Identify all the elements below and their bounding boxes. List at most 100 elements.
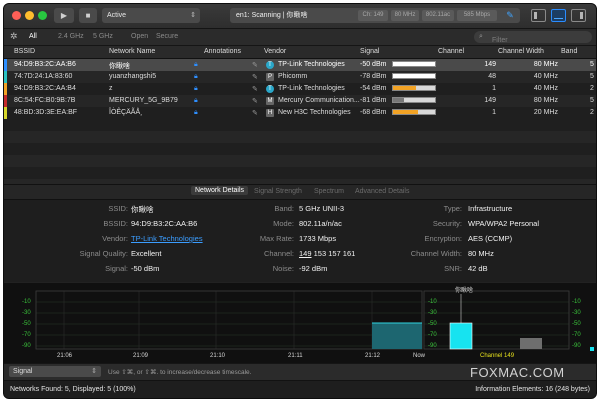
- signal-quality-value: Excellent: [131, 249, 162, 258]
- vendor-cell: Mercury Communication...: [278, 97, 360, 104]
- vendor-cell: New H3C Technologies: [278, 109, 351, 116]
- column-header-channel-width[interactable]: Channel Width: [498, 48, 544, 55]
- tab-network-details[interactable]: Network Details: [191, 186, 249, 195]
- y-tick-left-3: -50: [22, 321, 31, 327]
- table-row[interactable]: 94:D9:B3:2C:AA:B4 z 🔒︎ ✎ T TP-Link Technologi…: [4, 83, 596, 95]
- view-list-button[interactable]: [531, 9, 546, 22]
- primary-channel-link[interactable]: 149: [299, 249, 312, 258]
- network-name-cell: 你瞅啥: [109, 63, 130, 70]
- lock-icon: 🔒︎: [194, 73, 198, 80]
- pencil-icon[interactable]: ✎: [252, 85, 258, 93]
- pencil-icon[interactable]: ✎: [252, 97, 258, 105]
- status-pill-channel: Ch: 149: [358, 10, 388, 21]
- bssid-cell: 74:7D:24:1A:83:60: [14, 73, 73, 80]
- signal-label: Signal:: [105, 264, 128, 273]
- x-tick-1: 21:06: [57, 353, 73, 359]
- column-header-annotations[interactable]: Annotations: [204, 48, 241, 55]
- stop-button[interactable]: ■: [79, 8, 97, 23]
- row-color-marker: [4, 107, 7, 119]
- column-header-band[interactable]: Band: [561, 48, 577, 55]
- bssid-cell: 94:D9:B3:2C:AA:B4: [14, 85, 76, 92]
- type-value: Infrastructure: [468, 204, 513, 213]
- zoom-window-button[interactable]: [38, 11, 47, 20]
- close-window-button[interactable]: [12, 11, 21, 20]
- play-icon: ▶: [60, 11, 68, 20]
- filter-bar: ✲ All 2.4 GHz 5 GHz Open Secure ⌕ Filter: [4, 29, 596, 46]
- band-cell: 2: [590, 85, 594, 92]
- y-tick-left-2: -30: [22, 310, 31, 316]
- table-row[interactable]: 8C:54:FC:B0:9B:7B MERCURY_5G_9B79 🔒︎ ✎ M Merc…: [4, 95, 596, 107]
- bssid-cell: 48:BD:3D:3E:EA:BF: [14, 109, 78, 116]
- band-value: 5 GHz UNII-3: [299, 204, 345, 213]
- signal-cell: -78 dBm: [360, 73, 387, 80]
- tab-signal-strength[interactable]: Signal Strength: [254, 188, 302, 195]
- column-header-network-name[interactable]: Network Name: [109, 48, 155, 55]
- column-header-bssid[interactable]: BSSID: [14, 48, 35, 55]
- column-header-signal[interactable]: Signal: [360, 48, 379, 55]
- chevron-updown-icon: ⇕: [190, 12, 196, 19]
- filter-input[interactable]: ⌕ Filter: [474, 31, 592, 44]
- network-name-cell: MERCURY_5G_9B79: [109, 97, 178, 104]
- x-tick-2: 21:09: [133, 353, 149, 359]
- pencil-icon[interactable]: ✎: [252, 73, 258, 81]
- bssid-label: BSSID:: [103, 219, 128, 228]
- metric-select[interactable]: Signal ⇕: [9, 366, 101, 377]
- type-label: Type:: [443, 204, 462, 213]
- x-tick-4: 21:11: [288, 353, 303, 359]
- signal-bar: [392, 61, 436, 67]
- x-tick-5: 21:12: [365, 353, 381, 359]
- row-color-marker: [4, 71, 7, 83]
- current-network-bar: [449, 322, 473, 350]
- max-rate-value: 1733 Mbps: [299, 234, 337, 243]
- vendor-link[interactable]: TP-Link Technologies: [131, 234, 203, 243]
- wifi-icon: ✎: [506, 10, 514, 20]
- filter-tab-secure[interactable]: Secure: [156, 33, 178, 40]
- filter-tab-5ghz[interactable]: 5 GHz: [93, 33, 113, 40]
- play-button[interactable]: ▶: [54, 8, 74, 23]
- minimize-window-button[interactable]: [25, 11, 34, 20]
- view-detail-button[interactable]: [571, 9, 586, 22]
- signal-value: -50 dBm: [131, 264, 160, 273]
- signal-bar-fill: [393, 110, 419, 114]
- channel-width-cell: 40 MHz: [533, 85, 558, 92]
- ssid-value: 你瞅啥: [131, 205, 154, 214]
- tab-advanced-details[interactable]: Advanced Details: [355, 188, 409, 195]
- mode-value: 802.11a/n/ac: [299, 219, 342, 228]
- channel-cell: 1: [492, 85, 496, 92]
- filter-tab-open[interactable]: Open: [131, 33, 148, 40]
- lock-icon: 🔒︎: [194, 85, 198, 92]
- bottom-bar: Signal ⇕ Use ⇧⌘, or ⇧⌘. to increase/decr…: [4, 363, 596, 380]
- y-tick-mid-5: -90: [428, 343, 437, 349]
- y-tick-right-5: -90: [572, 343, 581, 349]
- noise-label: Noise:: [272, 264, 294, 273]
- y-tick-right-1: -10: [572, 299, 581, 305]
- filter-tab-all[interactable]: All: [29, 33, 37, 40]
- scan-mode-select[interactable]: Active ⇕: [102, 8, 200, 23]
- y-tick-right-2: -30: [572, 310, 581, 316]
- security-label: Security:: [432, 219, 462, 228]
- view-split-button[interactable]: [551, 9, 566, 22]
- stop-icon: ■: [85, 11, 91, 20]
- pencil-icon[interactable]: ✎: [252, 109, 258, 117]
- y-tick-left-5: -90: [22, 343, 31, 349]
- scan-status: en1: Scanning | 你瞅啥 Ch: 149 80 MHz 802.1…: [230, 8, 520, 23]
- channel-cell: 149: [484, 61, 496, 68]
- band-label: Band:: [274, 204, 294, 213]
- table-row[interactable]: 94:D9:B3:2C:AA:B6 你瞅啥 🔒︎ ✎ T TP-Link Technolo…: [4, 59, 596, 71]
- y-tick-mid-3: -50: [428, 321, 437, 327]
- signal-bar: [392, 109, 436, 115]
- channel-caption: Channel 149: [480, 353, 515, 359]
- column-header-channel[interactable]: Channel: [438, 48, 464, 55]
- table-row[interactable]: 48:BD:3D:3E:EA:BF ÎÒÊÇÄÃÅ¸ 🔒︎ ✎ H New H3C Tec…: [4, 107, 596, 119]
- channel-graph-network-label: 你瞅啥: [455, 288, 474, 294]
- gear-icon[interactable]: ✲: [10, 31, 18, 42]
- column-header-vendor[interactable]: Vendor: [264, 48, 286, 55]
- encryption-value: AES (CCMP): [468, 234, 513, 243]
- pencil-icon[interactable]: ✎: [252, 61, 258, 69]
- scan-mode-value: Active: [107, 12, 127, 19]
- filter-tab-2ghz[interactable]: 2.4 GHz: [58, 33, 84, 40]
- table-row[interactable]: 74:7D:24:1A:83:60 yuanzhangshi5 🔒︎ ✎ P Phicom…: [4, 71, 596, 83]
- tab-spectrum[interactable]: Spectrum: [314, 188, 344, 195]
- other-network-bar: [520, 338, 542, 349]
- lock-icon: 🔒︎: [194, 61, 198, 68]
